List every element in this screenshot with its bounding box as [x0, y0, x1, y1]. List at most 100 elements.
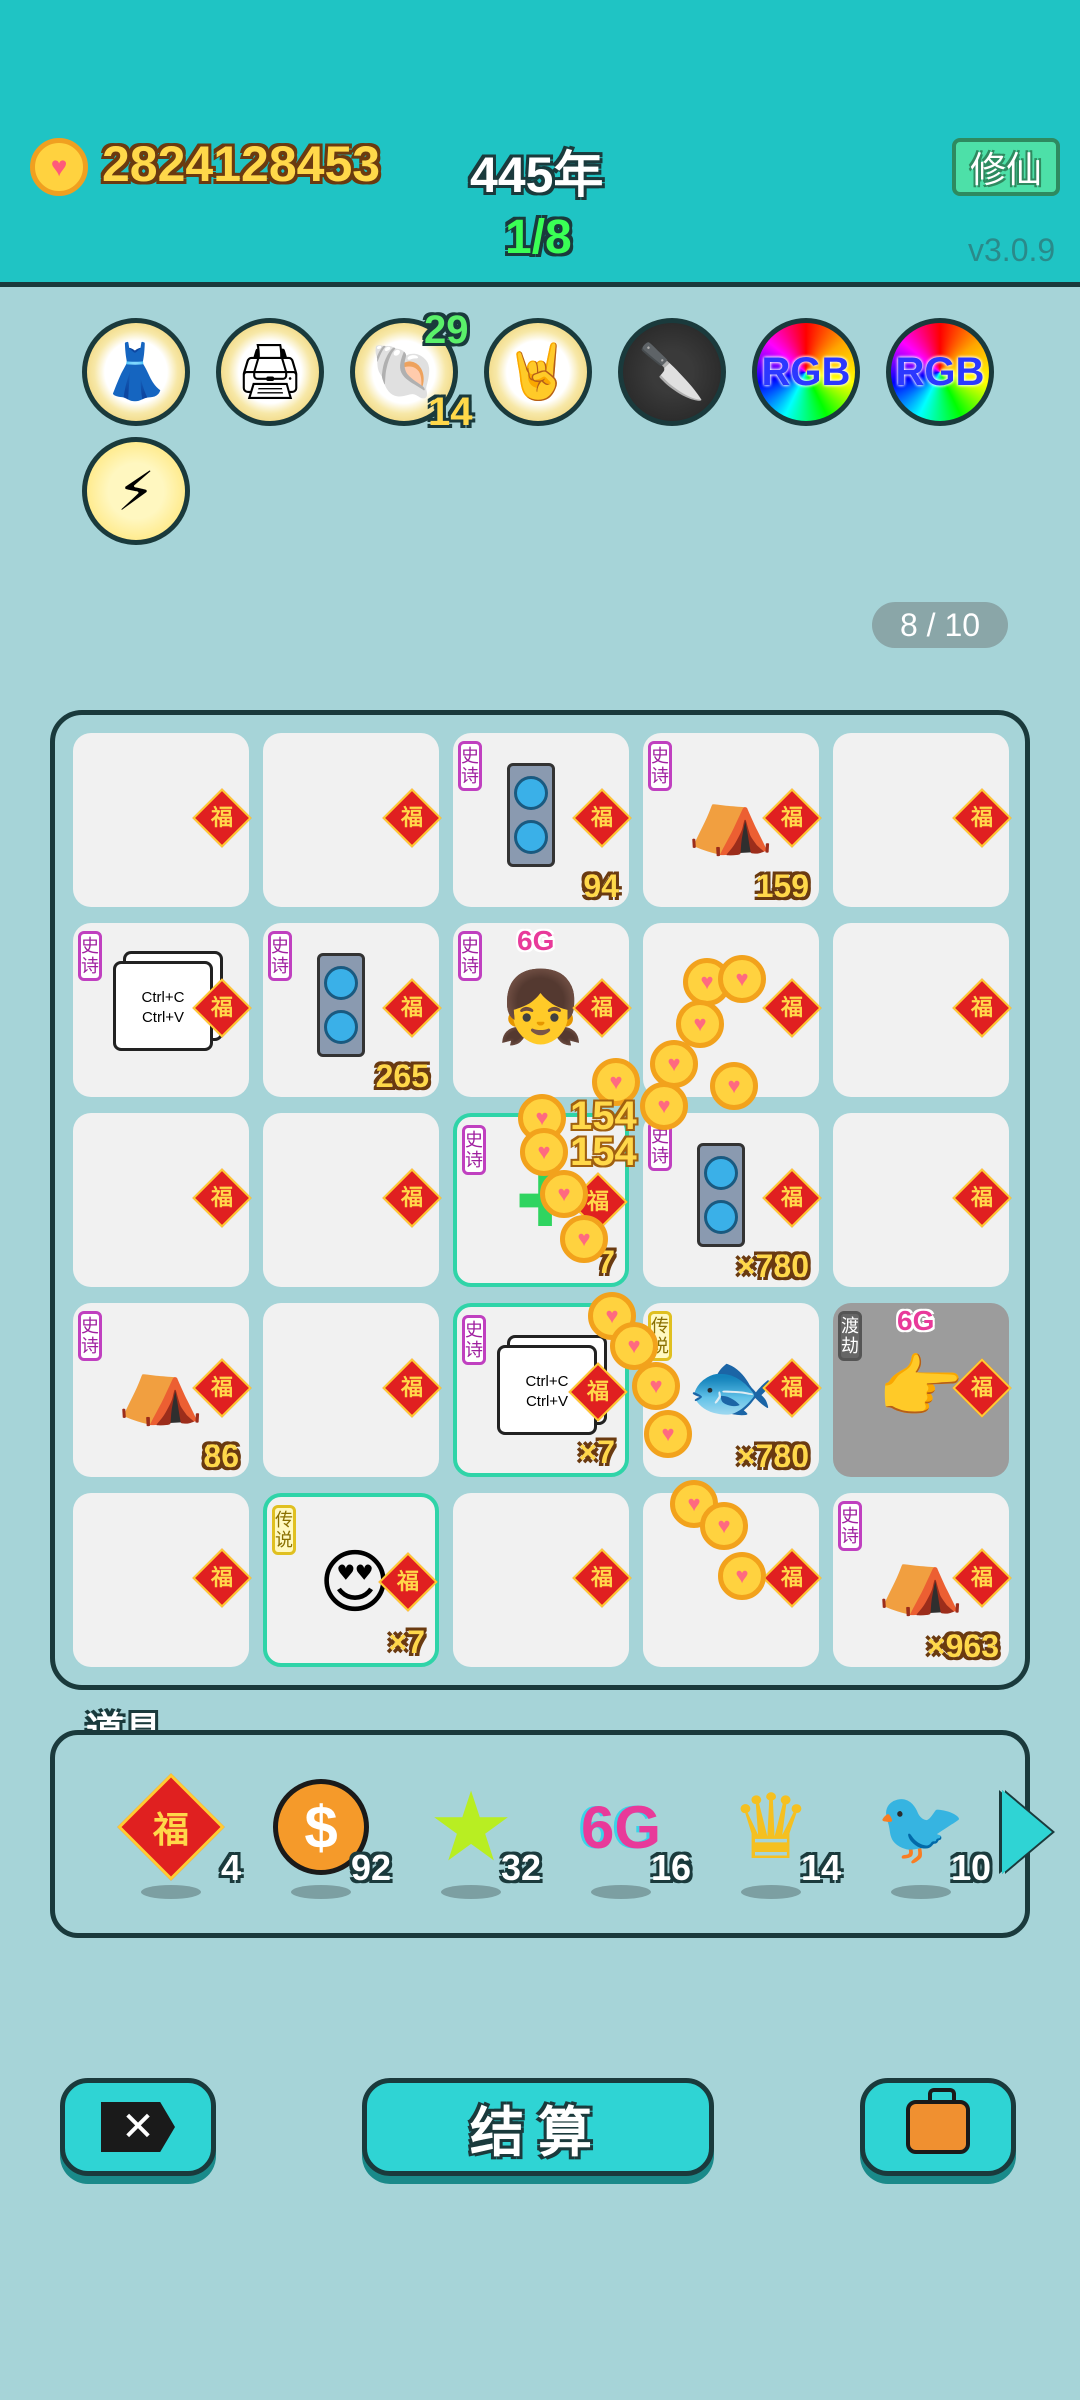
coin-icon: ♥ [560, 1215, 608, 1263]
coin-icon: ♥ [632, 1362, 680, 1410]
board-cell[interactable]: 福 [73, 1113, 252, 1287]
coin-icon: ♥ [540, 1170, 588, 1218]
cell-value: 94 [583, 868, 619, 904]
prop-bird[interactable]: 🐦 10 [861, 1777, 991, 1899]
rarity-tag: 史诗 [78, 1311, 102, 1361]
coin-balance: 2824128453 [102, 136, 381, 192]
prop-fu-token[interactable]: 福 4 [111, 1773, 241, 1899]
cultivation-mode-button[interactable]: 修仙 [952, 138, 1060, 196]
prop-crown[interactable]: ♛ 14 [711, 1777, 841, 1899]
board-cell[interactable]: 福 [263, 1303, 442, 1477]
board-cell-rabbit-tent[interactable]: 史诗 ⛺ 福 ×963 [833, 1493, 1012, 1667]
fu-diamond-icon: 福 [192, 1168, 252, 1228]
cell-value: 159 [755, 868, 809, 904]
rgb-orb-relic-icon-2[interactable]: RGB [886, 318, 994, 426]
fu-diamond-icon: 福 [762, 1168, 822, 1228]
fu-diamond-icon: 福 [192, 788, 252, 848]
board-cell-gpu[interactable]: 史诗 福 ×780 [643, 1113, 822, 1287]
cleaver-relic-icon[interactable]: 🔪 [618, 318, 726, 426]
printer-relic-icon[interactable]: 🖨 [216, 318, 324, 426]
prop-count: 92 [350, 1847, 391, 1888]
shell-relic-bottom-count: 14 [428, 390, 473, 434]
prop-count: 32 [500, 1847, 541, 1888]
coin-icon: ♥ [650, 1040, 698, 1088]
board-cell[interactable]: 福 [263, 733, 442, 907]
close-icon: ✕ [101, 2102, 175, 2152]
board-cell[interactable]: 福 [453, 1493, 632, 1667]
prop-shadow [291, 1885, 351, 1899]
coin-icon: ♥ [700, 1502, 748, 1550]
board-cell[interactable]: 福 [833, 733, 1012, 907]
rarity-tag: 史诗 [648, 741, 672, 791]
floating-score: 154 [570, 1130, 637, 1174]
prop-count: 14 [800, 1847, 841, 1888]
prop-shadow [591, 1885, 651, 1899]
rarity-tag: 史诗 [78, 931, 102, 981]
fu-diamond-icon: 福 [192, 1548, 252, 1608]
rarity-tag: 史诗 [462, 1315, 486, 1365]
fu-diamond-icon: 福 [572, 788, 632, 848]
board-cell[interactable]: 福 [833, 923, 1012, 1097]
rarity-tag: 史诗 [458, 741, 482, 791]
skirt-relic-icon[interactable]: 👗 [82, 318, 190, 426]
cell-value: ×963 [926, 1628, 999, 1664]
prop-6g[interactable]: 6G 16 [561, 1777, 691, 1899]
board-cell[interactable]: 福 [263, 1113, 442, 1287]
fu-diamond-icon: 福 [382, 978, 442, 1038]
board-cell-rabbit-tent[interactable]: 史诗 ⛺ 福 159 [643, 733, 822, 907]
board-cell-pointing-hand[interactable]: 渡劫 6G 👉 福 [833, 1303, 1012, 1477]
fu-diamond-icon: 福 [382, 1358, 442, 1418]
prop-shadow [441, 1885, 501, 1899]
rgb-orb-relic-icon[interactable]: RGB [752, 318, 860, 426]
year-counter: 445年 [470, 147, 604, 203]
top-status-bar: ♥ 2824128453 445年 1/8 修仙 v3.0.9 [0, 0, 1080, 287]
board-cell[interactable]: 福 [73, 733, 252, 907]
board-cell-bald-man[interactable]: 传说 😍 福 ×7 [263, 1493, 439, 1667]
rarity-tag: 渡劫 [838, 1311, 862, 1361]
prop-count: 10 [950, 1847, 991, 1888]
coin-icon: ♥ [644, 1410, 692, 1458]
cell-value: 265 [375, 1058, 429, 1094]
coin-icon: ♥ [30, 138, 88, 196]
cell-value: ×780 [736, 1248, 809, 1284]
settle-button[interactable]: 结算 [362, 2078, 714, 2176]
coin-icon: ♥ [676, 1000, 724, 1048]
cell-value: ×7 [578, 1434, 615, 1470]
rock-hand-relic-icon[interactable]: 🤘 [484, 318, 592, 426]
inventory-button[interactable] [860, 2078, 1016, 2176]
scroll-right-arrow-icon[interactable] [1002, 1790, 1052, 1874]
settle-button-label: 结算 [470, 2102, 606, 2163]
prop-dollar-coin[interactable]: $ 92 [261, 1777, 391, 1899]
board-cell-gpu[interactable]: 史诗 福 94 [453, 733, 632, 907]
cell-value: ×7 [388, 1624, 425, 1660]
cell-value: ×780 [736, 1438, 809, 1474]
close-button[interactable]: ✕ [60, 2078, 216, 2176]
board-cell-gpu[interactable]: 史诗 福 265 [263, 923, 442, 1097]
slot-counter: 8 / 10 [872, 602, 1008, 648]
coin-icon: ♥ [718, 955, 766, 1003]
fu-diamond-icon: 福 [382, 788, 442, 848]
fu-diamond-icon: 福 [952, 1168, 1012, 1228]
graphics-card-icon [317, 953, 365, 1057]
briefcase-icon [906, 2088, 970, 2154]
board-cell[interactable]: 福 [73, 1493, 252, 1667]
graphics-card-icon [697, 1143, 745, 1247]
shell-relic-top-count: 29 [424, 308, 469, 352]
coin-icon: ♥ [640, 1082, 688, 1130]
props-tray: 福 4 $ 92 ★ 32 6G 16 ♛ 14 🐦 10 [50, 1730, 1030, 1938]
prop-count: 4 [220, 1847, 241, 1888]
board-cell[interactable]: 福 [833, 1113, 1012, 1287]
board-cell-rabbit-tent[interactable]: 史诗 ⛺ 福 86 [73, 1303, 252, 1477]
coin-icon: ♥ [520, 1128, 568, 1176]
rarity-tag: 史诗 [838, 1501, 862, 1551]
fu-diamond-icon: 福 [952, 978, 1012, 1038]
version-label: v3.0.9 [968, 232, 1056, 268]
prop-shadow [741, 1885, 801, 1899]
board-cell-copy-paste[interactable]: 史诗 Ctrl+C Ctrl+V 福 [73, 923, 252, 1097]
prop-star[interactable]: ★ 32 [411, 1774, 541, 1899]
prop-shadow [891, 1885, 951, 1899]
fu-token-icon: 福 [117, 1773, 225, 1881]
rarity-tag: 史诗 [462, 1125, 486, 1175]
fu-diamond-icon: 福 [572, 1548, 632, 1608]
lightning-relic-icon[interactable]: ⚡ [82, 437, 190, 545]
